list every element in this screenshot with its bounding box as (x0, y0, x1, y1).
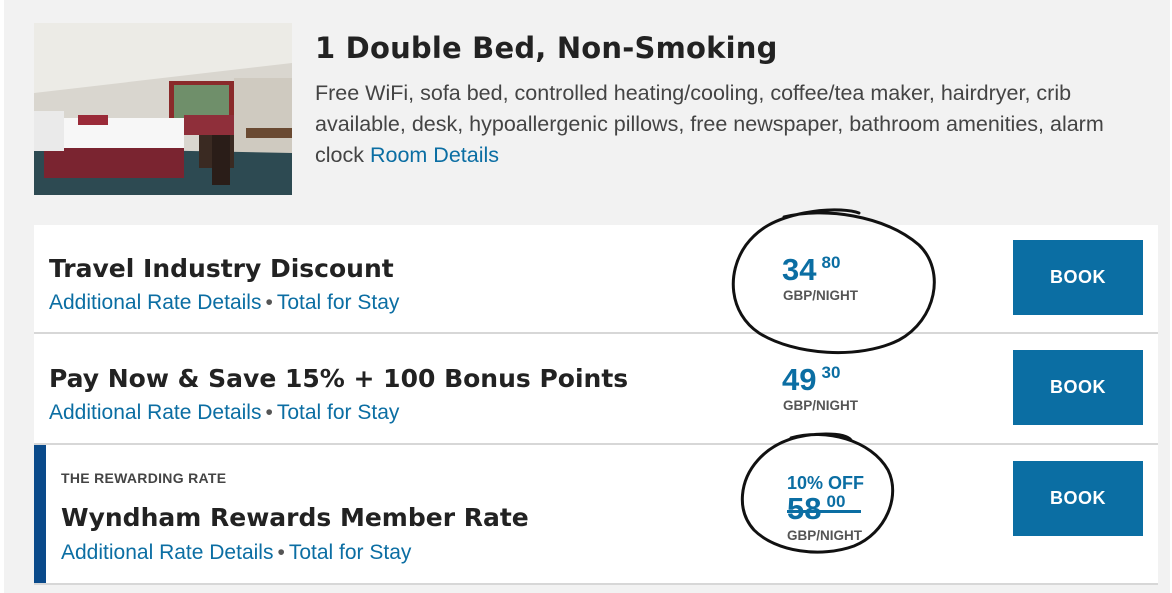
link-separator: • (277, 541, 285, 564)
price-whole: 58 (787, 491, 822, 526)
book-button[interactable]: BOOK (1013, 350, 1143, 425)
price-whole: 34 (782, 252, 817, 287)
price-whole: 49 (782, 362, 817, 397)
price-cents: 30 (821, 363, 841, 382)
rate-links: Additional Rate Details • Total for Stay (61, 541, 411, 565)
book-button[interactable]: BOOK (1013, 240, 1143, 315)
rewards-accent-bar (34, 445, 46, 583)
link-separator: • (265, 401, 273, 424)
rate-row-travel-industry: Travel Industry Discount Additional Rate… (34, 225, 1158, 334)
price-unit: GBP/NIGHT (787, 528, 863, 543)
rate-title: Travel Industry Discount (49, 254, 394, 283)
rate-title: Wyndham Rewards Member Rate (61, 503, 529, 532)
price-cents: 80 (821, 253, 841, 272)
rate-row-pay-now: Pay Now & Save 15% + 100 Bonus Points Ad… (34, 334, 1158, 445)
additional-rate-details-link[interactable]: Additional Rate Details (61, 541, 273, 564)
price: 34 80 (782, 252, 840, 288)
rate-links: Additional Rate Details • Total for Stay (49, 401, 399, 425)
price-unit: GBP/NIGHT (783, 398, 859, 413)
rate-kicker: THE REWARDING RATE (61, 470, 227, 486)
room-title: 1 Double Bed, Non-Smoking (315, 31, 778, 65)
link-separator: • (265, 291, 273, 314)
room-description: Free WiFi, sofa bed, controlled heating/… (315, 78, 1135, 171)
room-details-link[interactable]: Room Details (370, 143, 499, 167)
rate-title: Pay Now & Save 15% + 100 Bonus Points (49, 364, 629, 393)
total-for-stay-link[interactable]: Total for Stay (277, 291, 400, 314)
strike-line (787, 510, 861, 513)
total-for-stay-link[interactable]: Total for Stay (289, 541, 412, 564)
rate-links: Additional Rate Details • Total for Stay (49, 291, 399, 315)
book-button[interactable]: BOOK (1013, 461, 1143, 536)
strikethrough-price: 58 00 (787, 491, 861, 527)
room-photo[interactable] (34, 23, 292, 195)
price: 49 30 (782, 362, 840, 398)
additional-rate-details-link[interactable]: Additional Rate Details (49, 401, 261, 424)
additional-rate-details-link[interactable]: Additional Rate Details (49, 291, 261, 314)
price-cents: 00 (826, 492, 846, 511)
price-unit: GBP/NIGHT (783, 288, 859, 303)
total-for-stay-link[interactable]: Total for Stay (277, 401, 400, 424)
rate-row-wyndham-rewards: THE REWARDING RATE Wyndham Rewards Membe… (34, 445, 1158, 585)
